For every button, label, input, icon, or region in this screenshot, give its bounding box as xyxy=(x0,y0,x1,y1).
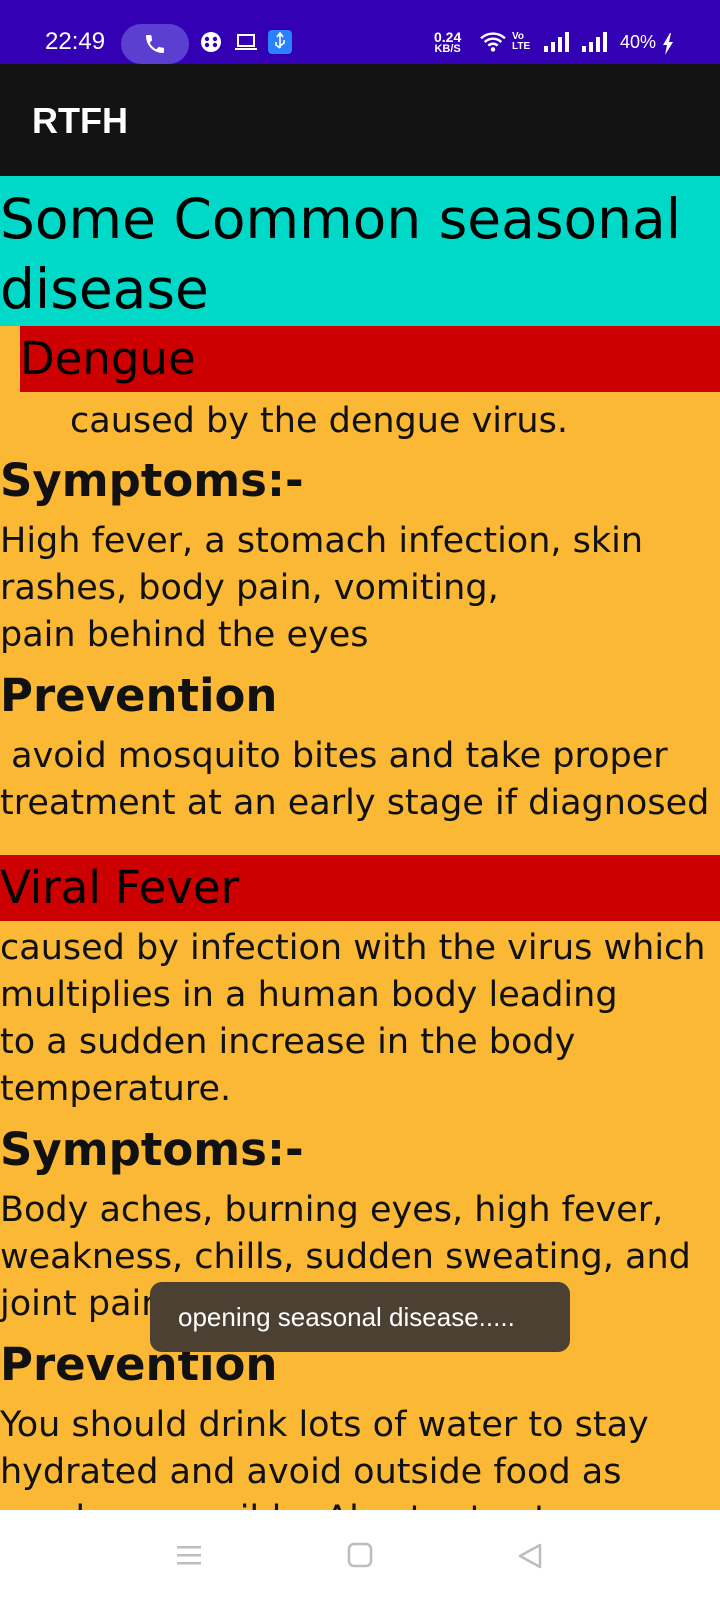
charging-bolt-icon xyxy=(663,33,673,55)
page-heading: Some Common seasonal disease xyxy=(0,176,720,326)
disease-card-viral-fever: Viral Fever caused by infection with the… xyxy=(0,855,720,1510)
disease-card-dengue: Dengue caused by the dengue virus. Sympt… xyxy=(0,326,720,827)
disease-cause: caused by the dengue virus. xyxy=(70,401,568,441)
wifi-icon xyxy=(480,32,506,52)
symptoms-text: High fever, a stomach infection, skin ra… xyxy=(0,521,644,655)
prevention-label: Prevention xyxy=(0,669,278,722)
disease-title: Dengue xyxy=(20,326,720,392)
disease-cause: caused by infection with the virus which… xyxy=(0,928,706,1109)
volte-label: Vo LTE xyxy=(512,31,531,52)
app-title: RTFH xyxy=(32,100,128,141)
app-bar: RTFH xyxy=(0,64,720,176)
status-bar: 22:49 0.24 KB/S Vo LTE 40% xyxy=(0,0,720,64)
home-square-icon[interactable] xyxy=(347,1542,373,1568)
network-speed: 0.24 KB/S xyxy=(434,30,461,55)
phone-icon xyxy=(146,35,164,53)
signal-strength-icon-1 xyxy=(544,32,569,52)
battery-percentage: 40% xyxy=(620,32,657,52)
signal-strength-icon-2 xyxy=(582,32,607,52)
status-time: 22:49 xyxy=(45,28,106,55)
laptop-icon xyxy=(235,34,257,50)
menu-icon[interactable] xyxy=(175,1542,203,1568)
disease-title: Viral Fever xyxy=(0,855,720,921)
symptoms-label: Symptoms:- xyxy=(0,1123,304,1176)
toast-message: opening seasonal disease..... xyxy=(150,1282,570,1352)
back-triangle-icon[interactable] xyxy=(516,1542,544,1570)
usb-icon xyxy=(268,30,292,54)
game-controller-icon xyxy=(201,32,221,52)
ongoing-call-pill[interactable] xyxy=(121,24,189,64)
system-nav-bar xyxy=(0,1510,720,1600)
network-speed-value: 0.24 xyxy=(434,29,462,45)
symptoms-label: Symptoms:- xyxy=(0,454,304,507)
prevention-text: avoid mosquito bites and take proper tre… xyxy=(0,736,710,823)
prevention-text: You should drink lots of water to stay h… xyxy=(0,1405,649,1510)
network-speed-unit: KB/S xyxy=(434,43,461,55)
